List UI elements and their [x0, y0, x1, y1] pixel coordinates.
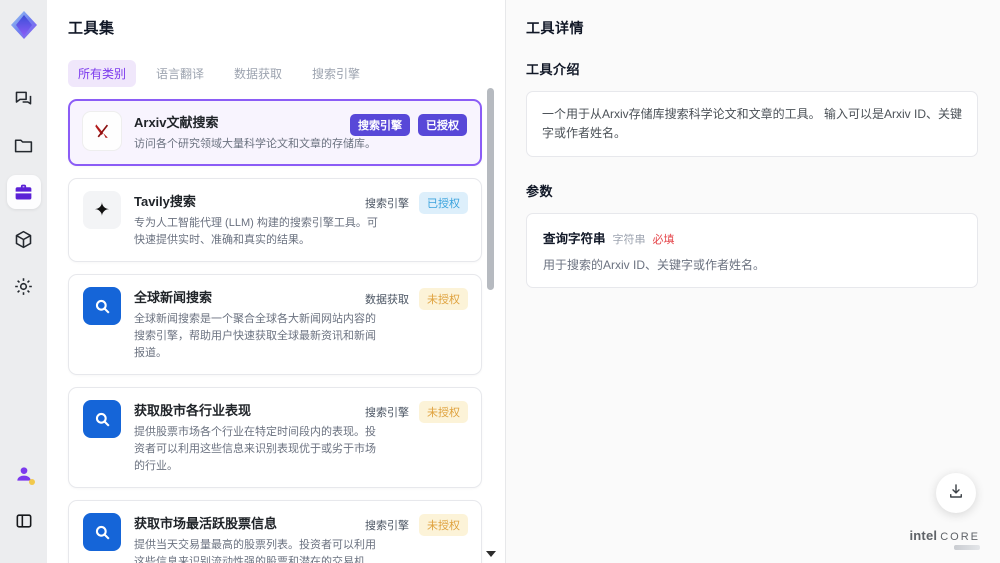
params-heading: 参数 [526, 184, 554, 200]
param-name: 查询字符串 [543, 232, 606, 247]
toolbox-icon [13, 182, 34, 203]
download-icon [947, 482, 965, 505]
tab-language-translation[interactable]: 语言翻译 [146, 60, 214, 87]
sidebar-item-files[interactable] [7, 128, 41, 162]
auth-badge: 未授权 [419, 288, 468, 311]
app-window: 工具集 所有类别 语言翻译 数据获取 搜索引擎 Arxiv文献搜索 访问各个研究… [0, 0, 1000, 563]
sidebar-item-settings[interactable] [7, 269, 41, 303]
tool-title: Tavily搜索 [134, 194, 196, 210]
param-item: 查询字符串 字符串 必填 用于搜索的Arxiv ID、关键字或作者姓名。 [526, 213, 978, 289]
auth-badge: 未授权 [419, 401, 468, 424]
arxiv-logo-icon [83, 112, 121, 150]
sidebar-item-tools[interactable] [6, 175, 41, 209]
search-icon [83, 513, 121, 552]
page-title: 工具集 [68, 20, 115, 37]
search-icon [83, 400, 121, 439]
tool-title: Arxiv文献搜索 [134, 115, 219, 130]
tool-card-tavily[interactable]: ✦ Tavily搜索 专为人工智能代理 (LLM) 构建的搜索引擎工具。可快速提… [68, 178, 482, 263]
notification-dot [28, 479, 35, 485]
brand-core-text: CORE [940, 531, 980, 543]
brand-ultra-mark [954, 545, 980, 550]
search-icon [83, 287, 121, 326]
intro-box: 一个用于从Arxiv存储库搜索科学论文和文章的工具。 输入可以是Arxiv ID… [526, 91, 978, 158]
sidebar-item-packages[interactable] [7, 222, 41, 256]
tab-search-engine[interactable]: 搜索引擎 [302, 60, 370, 87]
panel-toggle-icon [14, 511, 34, 531]
category-badge: 搜索引擎 [350, 114, 410, 136]
param-type: 字符串 [612, 234, 646, 247]
category-badge: 搜索引擎 [365, 520, 409, 533]
tool-card-sector-performance[interactable]: 获取股市各行业表现 提供股票市场各个行业在特定时间段内的表现。投资者可以利用这些… [68, 387, 482, 489]
tool-description: 提供股票市场各个行业在特定时间段内的表现。投资者可以利用这些信息来识别表现优于或… [134, 426, 376, 473]
tool-description: 访问各个研究领域大量科学论文和文章的存储库。 [134, 138, 376, 150]
details-title: 工具详情 [526, 20, 584, 36]
tool-card-list: Arxiv文献搜索 访问各个研究领域大量科学论文和文章的存储库。 搜索引擎 已授… [68, 99, 482, 563]
scrollbar-thumb[interactable] [487, 88, 494, 290]
param-description: 用于搜索的Arxiv ID、关键字或作者姓名。 [543, 258, 766, 273]
tool-card-arxiv[interactable]: Arxiv文献搜索 访问各个研究领域大量科学论文和文章的存储库。 搜索引擎 已授… [68, 99, 482, 167]
app-logo-icon[interactable] [8, 9, 40, 41]
tools-list-pane: 工具集 所有类别 语言翻译 数据获取 搜索引擎 Arxiv文献搜索 访问各个研究… [47, 0, 505, 563]
chat-icon [13, 88, 34, 109]
tool-card-active-stocks[interactable]: 获取市场最活跃股票信息 提供当天交易量最高的股票列表。投资者可以利用这些信息来识… [68, 500, 482, 563]
icon-rail [0, 0, 47, 563]
param-required-badge: 必填 [652, 234, 675, 247]
sidebar-item-profile[interactable] [7, 457, 41, 491]
tab-all-categories[interactable]: 所有类别 [68, 60, 137, 87]
tool-title: 获取股市各行业表现 [134, 403, 252, 419]
tool-card-global-news[interactable]: 全球新闻搜索 全球新闻搜索是一个聚合全球各大新闻网站内容的搜索引擎，帮助用户快速… [68, 274, 482, 376]
intel-core-logo: intel CORE [909, 528, 980, 550]
gear-icon [13, 276, 34, 297]
tab-data-fetch[interactable]: 数据获取 [224, 60, 292, 87]
list-scrollbar[interactable] [486, 88, 496, 557]
tool-description: 全球新闻搜索是一个聚合全球各大新闻网站内容的搜索引擎，帮助用户快速获取全球最新资… [134, 313, 376, 360]
tool-description: 专为人工智能代理 (LLM) 构建的搜索引擎工具。可快速提供实时、准确和真实的结… [134, 217, 378, 247]
tool-details-pane: 工具详情 工具介绍 一个用于从Arxiv存储库搜索科学论文和文章的工具。 输入可… [505, 0, 1000, 563]
star-icon: ✦ [83, 191, 121, 230]
auth-badge: 已授权 [418, 114, 467, 136]
tool-title: 全球新闻搜索 [134, 290, 213, 306]
brand-intel-text: intel [909, 528, 938, 543]
folder-icon [13, 135, 34, 156]
category-badge: 搜索引擎 [365, 407, 409, 420]
package-icon [13, 229, 34, 250]
sidebar-item-panel-toggle[interactable] [7, 504, 41, 538]
category-badge: 搜索引擎 [365, 198, 409, 211]
tool-title: 获取市场最活跃股票信息 [134, 516, 278, 532]
auth-badge: 未授权 [419, 514, 468, 537]
intro-heading: 工具介绍 [526, 62, 581, 77]
download-button[interactable] [936, 473, 976, 513]
category-badge: 数据获取 [365, 294, 409, 307]
sidebar-item-chat[interactable] [7, 81, 41, 115]
category-tabs: 所有类别 语言翻译 数据获取 搜索引擎 [68, 60, 505, 87]
auth-badge: 已授权 [419, 192, 468, 215]
scrollbar-down-arrow-icon[interactable] [486, 551, 496, 557]
tool-description: 提供当天交易量最高的股票列表。投资者可以利用这些信息来识别流动性强的股票和潜在的… [134, 539, 376, 563]
